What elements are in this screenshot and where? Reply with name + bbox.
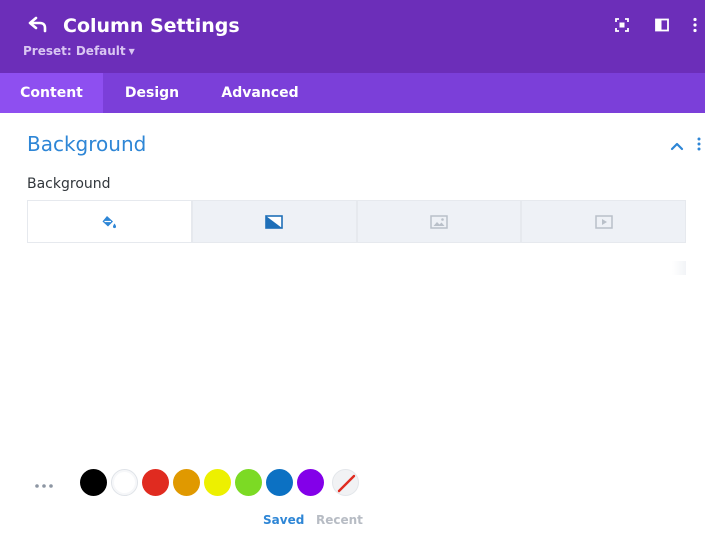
- tab-design[interactable]: Design: [103, 73, 201, 113]
- background-type-tabs: [27, 200, 686, 243]
- bg-type-gradient-tab[interactable]: [192, 201, 356, 242]
- more-vertical-icon: [697, 137, 701, 151]
- paint-bucket-icon: [102, 215, 117, 228]
- split-view-icon: [655, 18, 669, 32]
- expand-button[interactable]: [614, 17, 630, 33]
- column-settings-panel: Column Settings Preset: Default ▼ Conten…: [0, 0, 705, 540]
- bg-type-color-tab[interactable]: [28, 201, 191, 242]
- image-icon: [430, 214, 448, 229]
- swatch-black[interactable]: [80, 469, 107, 496]
- preset-selector[interactable]: Preset: Default ▼: [23, 43, 135, 60]
- section-title[interactable]: Background: [27, 131, 146, 157]
- swatch-yellow[interactable]: [204, 469, 231, 496]
- collapse-button[interactable]: [670, 137, 684, 151]
- tab-saved[interactable]: Saved: [263, 512, 304, 528]
- swatch-none[interactable]: [332, 469, 359, 496]
- gradient-icon: [265, 214, 283, 229]
- panel-title: Column Settings: [63, 15, 240, 37]
- panel-header: Column Settings Preset: Default ▼: [0, 0, 705, 73]
- color-picker-edge: [672, 261, 686, 275]
- expand-icon: [615, 18, 629, 32]
- more-options-button[interactable]: [688, 17, 702, 33]
- swatch-green[interactable]: [235, 469, 262, 496]
- swatch-white[interactable]: [111, 469, 138, 496]
- settings-tabs: Content Design Advanced: [0, 73, 705, 113]
- caret-down-icon: ▼: [128, 47, 135, 56]
- tab-recent[interactable]: Recent: [316, 512, 363, 528]
- more-vertical-icon: [693, 17, 697, 33]
- preset-label: Preset: Default: [23, 44, 126, 58]
- back-button[interactable]: [27, 14, 51, 36]
- swatch-red[interactable]: [142, 469, 169, 496]
- tab-advanced[interactable]: Advanced: [201, 73, 319, 113]
- swatch-purple[interactable]: [297, 469, 324, 496]
- more-horizontal-icon: [35, 484, 53, 488]
- chevron-up-icon: [670, 142, 684, 151]
- bg-type-video-tab[interactable]: [522, 201, 685, 242]
- palette-more-button[interactable]: [34, 476, 56, 488]
- swatch-blue[interactable]: [266, 469, 293, 496]
- split-view-button[interactable]: [654, 17, 670, 33]
- background-field-label: Background: [27, 176, 111, 192]
- no-color-icon: [337, 474, 356, 493]
- swatch-orange[interactable]: [173, 469, 200, 496]
- background-color-area: [27, 260, 686, 440]
- tab-content[interactable]: Content: [0, 73, 103, 113]
- undo-arrow-icon: [28, 16, 47, 33]
- bg-type-image-tab[interactable]: [357, 201, 521, 242]
- section-more-button[interactable]: [694, 136, 704, 152]
- video-icon: [594, 214, 613, 229]
